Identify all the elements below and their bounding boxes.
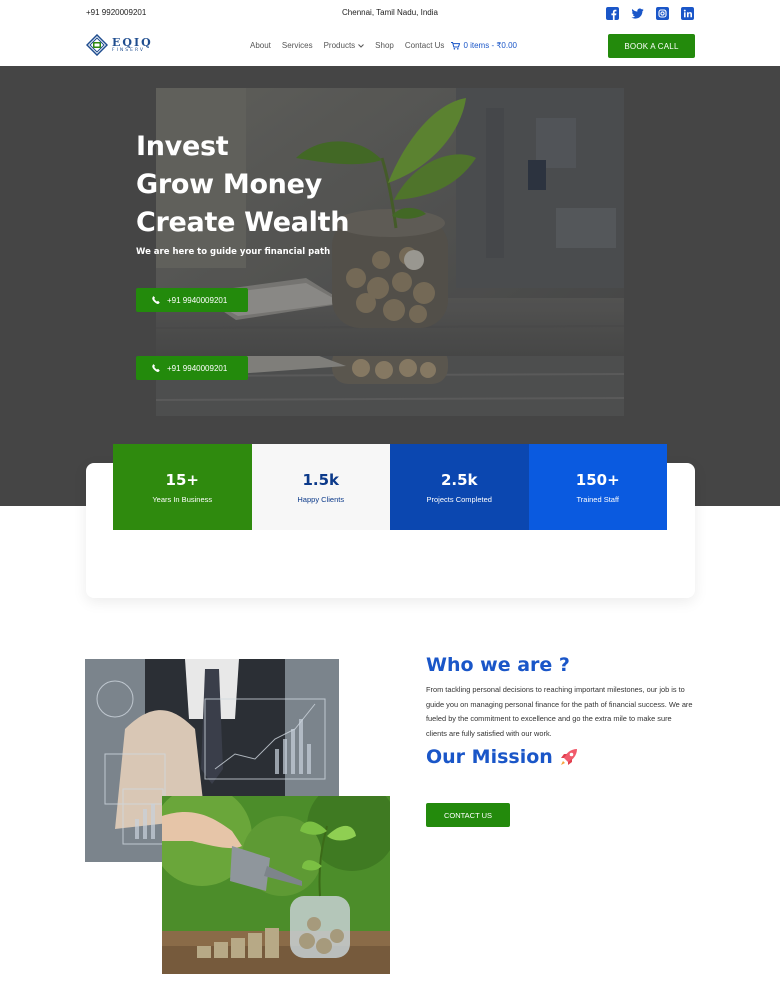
stat-value: 150+ [575, 470, 620, 489]
stat-label: Happy Clients [297, 494, 345, 504]
logo[interactable]: EQIQ FINSERV [86, 34, 153, 56]
who-we-are-heading: Who we are ? [426, 654, 570, 676]
stat-value: 15+ [165, 470, 199, 489]
stat-staff: 150+ Trained Staff [528, 444, 667, 530]
hero-title-line-1: Invest [136, 131, 229, 162]
phone-icon [152, 364, 160, 372]
hero-title-line-3: Create Wealth [136, 207, 350, 238]
phone-icon [152, 296, 160, 304]
chevron-down-icon [358, 43, 365, 48]
nav-item-about[interactable]: About [250, 41, 271, 50]
contact-us-button[interactable]: CONTACT US [426, 803, 510, 827]
logo-wordmark: EQIQ [112, 35, 153, 49]
stat-value: 1.5k [302, 470, 340, 489]
hero-call-button-secondary[interactable]: +91 9940009201 [136, 356, 248, 380]
instagram-icon[interactable] [656, 7, 669, 20]
cart-link[interactable]: 0 items - ₹0.00 [451, 41, 517, 50]
main-nav: About Services Products Shop Contact Us … [250, 41, 517, 50]
hero-section: Invest Grow Money Create Wealth We are h… [0, 66, 780, 506]
hero-subtitle: We are here to guide your financial path [136, 247, 331, 257]
stat-years: 15+ Years In Business [113, 444, 252, 530]
linkedin-icon[interactable] [681, 7, 694, 20]
hero-title-line-2: Grow Money [136, 169, 322, 200]
stat-value: 2.5k [440, 470, 478, 489]
nav-item-shop[interactable]: Shop [375, 41, 394, 50]
book-call-button[interactable]: BOOK A CALL [608, 34, 695, 58]
twitter-icon[interactable] [631, 7, 644, 20]
main-header: EQIQ FINSERV About Services Products Sho… [0, 26, 780, 66]
cart-summary: 0 items - ₹0.00 [463, 41, 517, 50]
stat-label: Projects Completed [426, 494, 492, 504]
nav-item-products-label: Products [323, 41, 356, 50]
nav-item-services[interactable]: Services [282, 41, 313, 50]
nav-item-contact[interactable]: Contact Us [405, 41, 445, 50]
cart-icon [451, 41, 461, 50]
logo-mark-icon [86, 34, 108, 56]
hero-call-button-label: +91 9940009201 [167, 295, 228, 305]
stats-row: 15+ Years In Business 1.5k Happy Clients… [113, 444, 667, 530]
our-mission-heading: Our Mission [426, 746, 579, 768]
logo-subtext: FINSERV [112, 47, 145, 53]
rocket-icon [560, 749, 577, 765]
nav-item-products[interactable]: Products [324, 41, 365, 50]
our-mission-label: Our Mission [426, 746, 553, 768]
social-links [606, 7, 694, 20]
hero-call-button[interactable]: +91 9940009201 [136, 288, 248, 312]
stat-clients: 1.5k Happy Clients [251, 444, 390, 530]
stat-label: Years In Business [152, 494, 213, 504]
top-bar: +91 9920009201 Chennai, Tamil Nadu, Indi… [0, 0, 780, 26]
stat-label: Trained Staff [576, 494, 620, 504]
facebook-icon[interactable] [606, 7, 619, 20]
who-we-are-text: From tackling personal decisions to reac… [426, 685, 693, 738]
watering-plant-image [162, 796, 390, 974]
hero-call-button-secondary-label: +91 9940009201 [167, 363, 228, 373]
stat-projects: 2.5k Projects Completed [390, 444, 529, 530]
hero-title: Invest Grow Money Create Wealth [136, 128, 349, 242]
